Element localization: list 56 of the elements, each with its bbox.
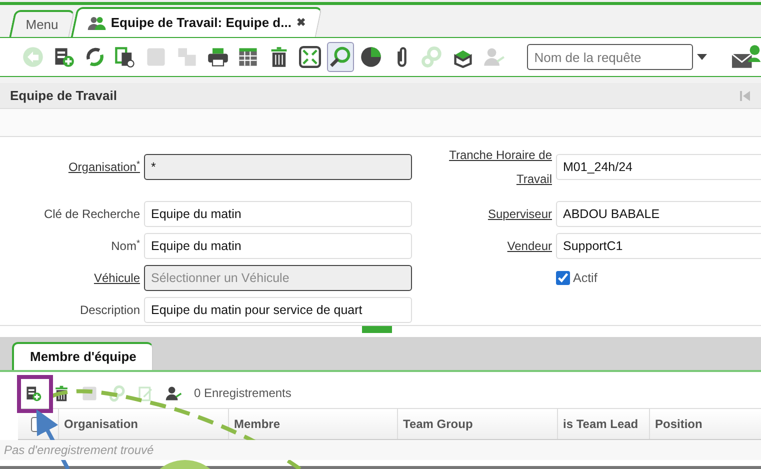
close-button[interactable]: ✖: [296, 14, 305, 32]
edit-icon: [136, 384, 154, 402]
undo-icon: [22, 46, 44, 68]
user-icon: [164, 384, 182, 402]
highlight-frame: [17, 375, 53, 413]
column-header[interactable]: Membre: [228, 409, 397, 439]
field-label[interactable]: Organisation$^{*}$: [0, 155, 140, 179]
column-header[interactable]: Organisation: [58, 409, 228, 439]
toolbar-button[interactable]: [327, 42, 354, 72]
caret-icon: [697, 54, 708, 60]
window-title: Equipe de Travail: [10, 88, 117, 104]
new-document-icon: [24, 384, 42, 402]
checkbox-label: Actif: [573, 270, 598, 287]
users-icon: [87, 16, 106, 30]
column-header[interactable]: is Team Lead: [557, 409, 649, 439]
field-label: Nom$^{*}$: [110, 236, 140, 255]
field-label[interactable]: Vendeur: [416, 234, 552, 258]
refresh-icon: [84, 46, 106, 68]
field-label[interactable]: Véhicule: [0, 266, 140, 290]
save-icon: [80, 384, 98, 402]
collapse-handle[interactable]: [362, 326, 392, 333]
column-header[interactable]: Position: [649, 409, 761, 439]
pie-chart-icon: [360, 46, 382, 68]
query-field[interactable]: Nom de la requête: [527, 44, 694, 70]
column-header[interactable]: Team Group: [397, 409, 557, 439]
field-label: Description: [78, 302, 140, 319]
user-icon: [482, 46, 505, 68]
detail-tab[interactable]: Membre d'équipe: [12, 342, 154, 370]
new-document-icon: [53, 46, 76, 68]
empty-message: Pas d'enregistrement trouvé: [0, 440, 761, 460]
input-field[interactable]: Sélectionner un Véhicule: [144, 265, 412, 291]
field-label[interactable]: Tranche Horaire de Travail: [416, 143, 552, 191]
save-new-icon: [176, 46, 198, 68]
input-field[interactable]: SupportC1: [556, 233, 761, 259]
grid-icon: [237, 46, 260, 68]
gears-icon: [108, 384, 126, 402]
copy-icon: [114, 46, 136, 68]
checkbox[interactable]: [556, 271, 570, 285]
input-field[interactable]: Equipe du matin: [144, 233, 412, 259]
trash-icon: [52, 384, 70, 402]
app-tab[interactable]: Equipe de Travail: Equipe d... ✖: [70, 7, 322, 37]
gears-icon: [421, 46, 444, 68]
field-label[interactable]: Superviseur: [416, 202, 552, 226]
input-field[interactable]: *: [144, 154, 412, 180]
input-field[interactable]: Equipe du matin: [144, 201, 412, 227]
save-icon: [145, 46, 168, 68]
search-icon: [329, 46, 352, 68]
mail-user-icon[interactable]: [731, 44, 761, 70]
input-field[interactable]: M01_24h/24: [556, 154, 761, 180]
app-tab[interactable]: Menu: [9, 10, 74, 37]
field-label: Clé de Recherche: [42, 206, 140, 223]
printer-icon: [206, 46, 229, 68]
expand-icon: [298, 46, 321, 68]
input-field[interactable]: ABDOU BABALE: [556, 201, 761, 227]
record-count: 0 Enregistrements: [194, 385, 292, 402]
input-field[interactable]: Equipe du matin pour service de quart: [144, 297, 412, 323]
